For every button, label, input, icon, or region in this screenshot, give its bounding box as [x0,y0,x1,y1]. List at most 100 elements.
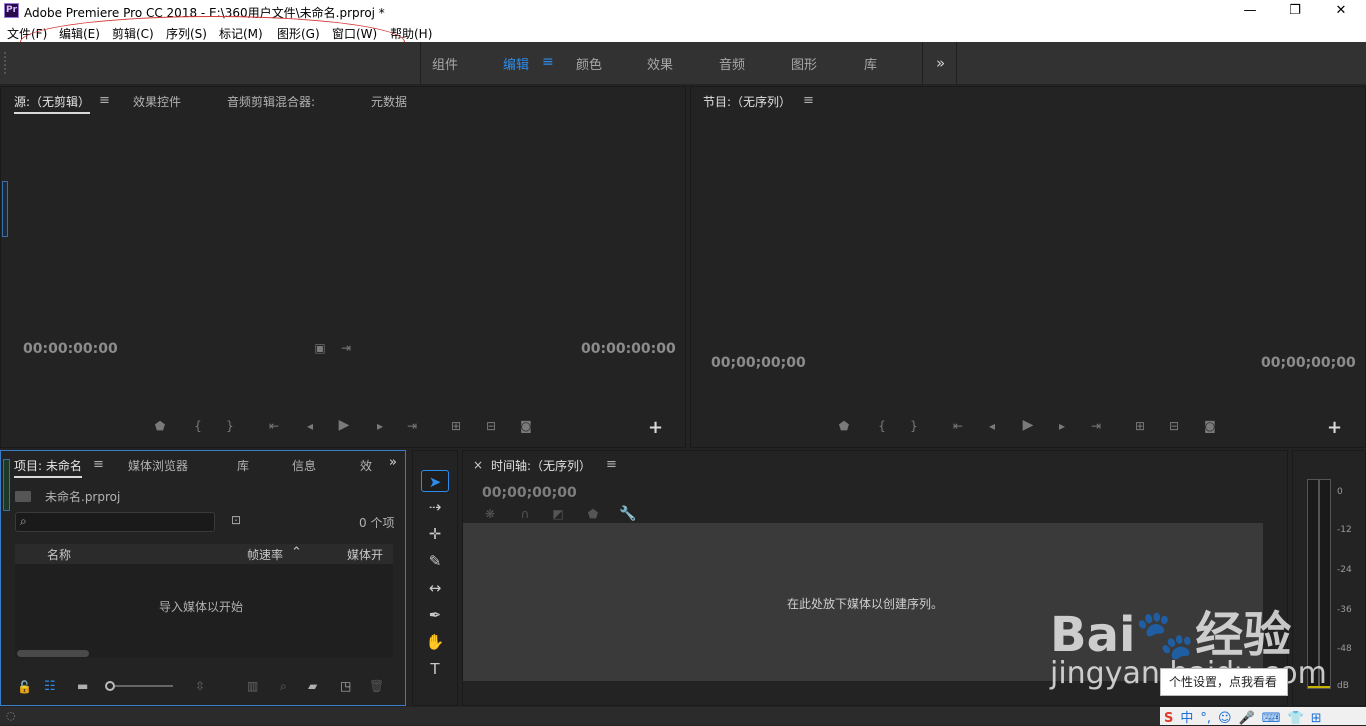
tab-source[interactable]: 源:（无剪辑） [14,93,91,114]
extract-icon[interactable]: ⊟ [1165,419,1183,433]
ime-skin-icon[interactable]: 👕 [1288,711,1304,726]
workspace-tab-effects[interactable]: 效果 [647,54,673,73]
play-icon[interactable]: ▶ [1019,417,1037,433]
ime-chinese-mode[interactable]: 中 [1180,707,1193,726]
automate-to-sequence-icon[interactable]: ▥ [247,679,258,693]
project-item-list[interactable]: 导入媒体以开始 [15,564,393,658]
razor-tool-icon[interactable]: ✎ [421,550,449,572]
snap-icon[interactable]: ∩ [516,507,534,521]
export-frame-arrow-icon[interactable]: ⇥ [337,341,355,355]
new-search-bin-icon[interactable]: ⊡ [231,513,241,527]
camera-icon[interactable]: ◙ [1201,419,1219,433]
insert-icon[interactable]: ⊞ [447,419,465,433]
step-forward-icon[interactable]: ▸ [371,419,389,433]
panel-overflow-icon[interactable]: » [389,455,397,470]
track-select-tool-icon[interactable]: ⇢ [421,496,449,518]
workspace-tab-graphics[interactable]: 图形 [791,54,817,73]
ime-emoji-icon[interactable]: ☺ [1218,711,1232,726]
mark-in-icon[interactable]: { [189,419,207,433]
nest-icon[interactable]: ❋ [481,507,499,521]
ime-punctuation-icon[interactable]: °, [1200,711,1211,726]
close-button[interactable]: ✕ [1321,2,1361,20]
status-indicator-icon[interactable]: ◌ [6,709,16,722]
icon-view-icon[interactable]: ▬ [77,679,88,693]
wrench-icon[interactable]: 🔧 [619,506,637,522]
type-tool-icon[interactable]: T [421,658,449,680]
ime-toolbox-icon[interactable]: ⊞ [1311,711,1322,726]
lock-icon[interactable]: 🔓 [17,680,32,694]
menu-help[interactable]: 帮助(H) [390,25,432,42]
sort-ascending-icon[interactable]: ⌃ [291,545,302,560]
panel-menu-icon[interactable]: ≡ [606,457,617,472]
tab-media-browser[interactable]: 媒体浏览器 [128,457,188,474]
pen-tool-icon[interactable]: ✒ [421,604,449,626]
step-back-icon[interactable]: ◂ [301,419,319,433]
mark-out-icon[interactable]: } [221,419,239,433]
tab-timeline[interactable]: 时间轴:（无序列） [491,457,591,474]
menu-edit[interactable]: 编辑(E) [59,25,100,42]
tab-audio-clip-mixer[interactable]: 音频剪辑混合器: [227,93,315,110]
go-to-in-icon[interactable]: ⇤ [265,419,283,433]
drag-grip-icon[interactable] [4,52,10,74]
settings-icon[interactable]: ▣ [311,341,329,355]
camera-icon[interactable]: ◙ [517,419,535,433]
column-frame-rate[interactable]: 帧速率 [247,546,283,563]
lift-icon[interactable]: ⊞ [1131,419,1149,433]
sogou-logo-icon[interactable]: S [1164,711,1173,726]
tab-effects[interactable]: 效 [360,457,372,474]
new-bin-icon[interactable]: ▰ [308,679,317,693]
workspace-tab-libraries[interactable]: 库 [864,54,877,73]
tab-metadata[interactable]: 元数据 [371,93,407,110]
mark-in-icon[interactable]: { [873,419,891,433]
ime-keyboard-icon[interactable]: ⌨ [1262,711,1281,726]
mark-out-icon[interactable]: } [905,419,923,433]
list-view-icon[interactable]: ☷ [44,679,56,694]
ripple-edit-tool-icon[interactable]: ✛ [421,523,449,545]
menu-clip[interactable]: 剪辑(C) [112,25,154,42]
workspace-tab-assembly[interactable]: 组件 [432,54,458,73]
menu-graphics[interactable]: 图形(G) [277,25,320,42]
tab-program[interactable]: 节目:（无序列） [703,93,791,110]
add-marker-icon[interactable]: ⬟ [835,419,853,433]
workspace-overflow-icon[interactable]: » [936,54,945,72]
slip-tool-icon[interactable]: ↔ [421,577,449,599]
source-timecode-left[interactable]: 00:00:00:00 [23,341,118,357]
step-back-icon[interactable]: ◂ [983,419,1001,433]
sort-icons-icon[interactable]: ⇳ [195,679,205,693]
go-to-in-icon[interactable]: ⇤ [949,419,967,433]
column-name[interactable]: 名称 [47,546,71,563]
hand-tool-icon[interactable]: ✋ [421,631,449,653]
add-marker-icon[interactable]: ⬟ [584,507,602,521]
workspace-menu-icon[interactable]: ≡ [542,54,554,70]
play-icon[interactable]: ▶ [335,417,353,433]
linked-selection-icon[interactable]: ◩ [549,507,567,521]
selection-tool-icon[interactable]: ➤ [421,470,449,492]
panel-menu-icon[interactable]: ≡ [803,93,814,108]
go-to-out-icon[interactable]: ⇥ [1087,419,1105,433]
step-forward-icon[interactable]: ▸ [1053,419,1071,433]
ime-voice-icon[interactable]: 🎤 [1239,711,1255,726]
add-button-icon[interactable]: + [648,417,663,438]
panel-menu-icon[interactable]: ≡ [93,457,104,472]
new-item-icon[interactable]: ◳ [340,679,351,693]
menu-marker[interactable]: 标记(M) [219,25,263,42]
trash-icon[interactable]: 🗑 [369,679,384,693]
minimize-button[interactable]: — [1230,2,1270,20]
tab-effect-controls[interactable]: 效果控件 [133,93,181,110]
overwrite-icon[interactable]: ⊟ [482,419,500,433]
add-marker-icon[interactable]: ⬟ [151,419,169,433]
find-icon[interactable]: ⌕ [280,679,287,694]
zoom-slider[interactable] [105,681,173,691]
go-to-out-icon[interactable]: ⇥ [403,419,421,433]
panel-menu-icon[interactable]: ≡ [99,93,110,108]
horizontal-scrollbar[interactable] [17,650,89,657]
workspace-tab-audio[interactable]: 音频 [719,54,745,73]
tab-project[interactable]: 项目: 未命名 [14,457,82,478]
menu-file[interactable]: 文件(F) [7,25,47,42]
menu-window[interactable]: 窗口(W) [332,25,377,42]
close-tab-icon[interactable]: × [473,458,483,472]
add-button-icon[interactable]: + [1327,417,1342,438]
tab-libraries[interactable]: 库 [237,457,249,474]
program-timecode-left[interactable]: 00;00;00;00 [711,355,806,371]
workspace-tab-color[interactable]: 颜色 [576,54,602,73]
